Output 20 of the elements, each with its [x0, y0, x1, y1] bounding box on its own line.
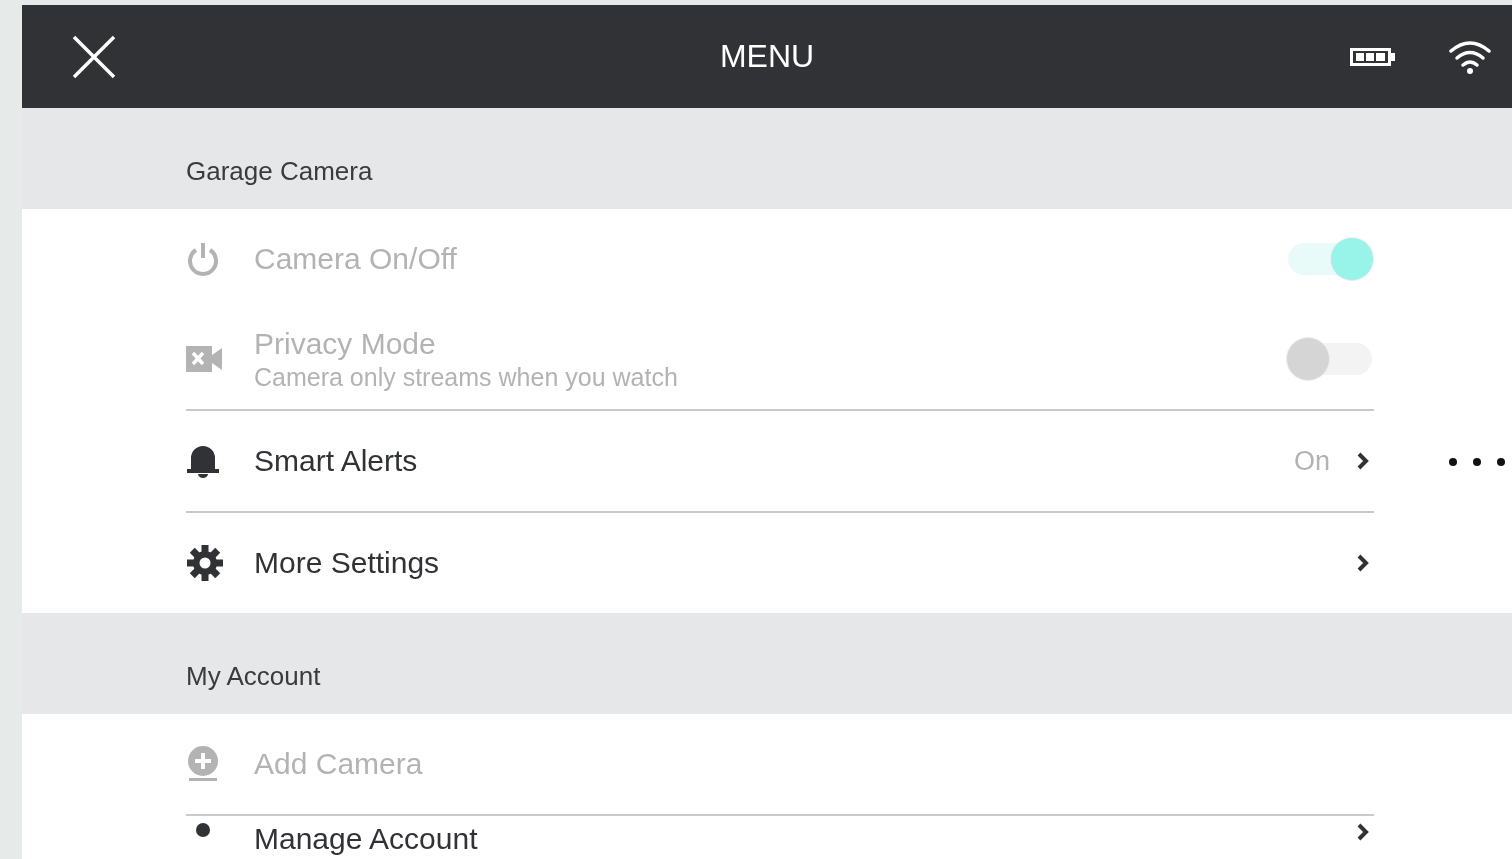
chevron-right-icon[interactable]	[1356, 451, 1370, 471]
power-icon	[186, 242, 220, 276]
status-value: On	[1293, 445, 1330, 477]
video-off-icon	[186, 346, 222, 372]
bell-icon	[186, 443, 220, 479]
section-title: Garage Camera	[186, 156, 373, 187]
wifi-icon	[1448, 39, 1492, 74]
menu-item-label[interactable]: More Settings	[254, 546, 1356, 580]
menu-item-description: Camera only streams when you watch	[254, 362, 679, 392]
menu-item-label[interactable]: Smart Alerts	[254, 444, 1294, 478]
add-icon	[186, 746, 220, 782]
more-options-icon[interactable]	[1448, 457, 1506, 467]
battery-icon	[1350, 47, 1396, 66]
menu-title: MENU	[719, 38, 815, 75]
chevron-right-icon[interactable]	[1356, 822, 1370, 842]
close-icon[interactable]	[72, 34, 116, 79]
chevron-right-icon[interactable]	[1356, 553, 1370, 573]
menu-item-label[interactable]: Manage Account	[254, 822, 1356, 856]
section-title: My Account	[186, 661, 321, 692]
settings-icon	[186, 544, 224, 582]
